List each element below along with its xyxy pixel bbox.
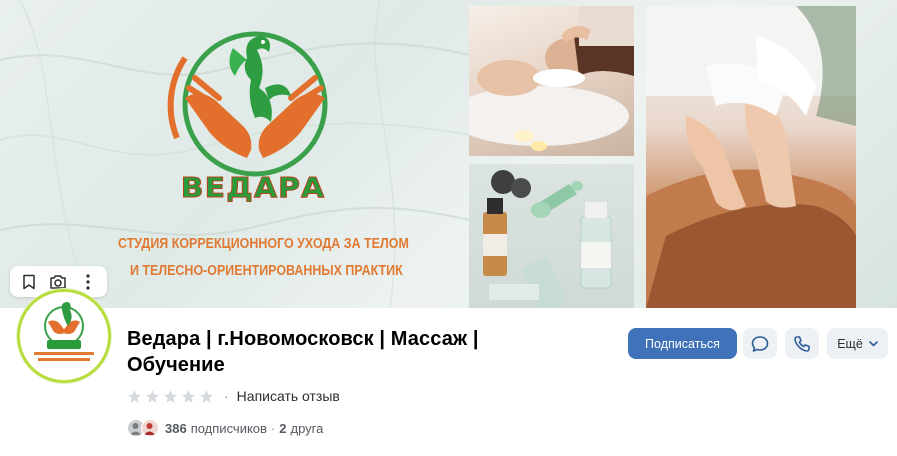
tagline-line-1: СТУДИЯ КОРРЕКЦИОННОГО УХОДА ЗА ТЕЛОМ xyxy=(118,236,409,252)
star-icon xyxy=(163,389,178,403)
cover-photo-body-massage xyxy=(646,6,856,308)
message-button[interactable] xyxy=(743,328,777,359)
star-icon xyxy=(127,389,142,403)
more-button-label: Ещё xyxy=(837,336,863,351)
avatar[interactable] xyxy=(17,289,111,383)
page-title: Ведара | г.Новомосковск | Массаж | Обуче… xyxy=(127,328,479,376)
bookmark-icon xyxy=(23,274,35,289)
rating-stars[interactable] xyxy=(127,389,214,404)
subscribers-separator: · xyxy=(270,420,276,436)
star-icon xyxy=(145,389,160,403)
friends-count: 2 xyxy=(279,420,287,436)
star-icon xyxy=(181,389,196,403)
subscribe-button[interactable]: Подписаться xyxy=(628,328,737,359)
more-button[interactable]: Ещё xyxy=(827,328,888,359)
vedara-logo xyxy=(167,31,328,177)
message-icon xyxy=(751,335,769,352)
rating-separator: · xyxy=(224,388,229,404)
call-button[interactable] xyxy=(785,328,819,359)
cover-photo-face-massage xyxy=(469,6,634,156)
friends-label: друга xyxy=(290,420,324,436)
vertical-dots-icon xyxy=(86,273,90,290)
friend-avatar xyxy=(141,419,159,437)
write-review-link[interactable]: Написать отзыв xyxy=(237,388,340,404)
cover-photo-cosmetics xyxy=(469,164,634,308)
camera-icon xyxy=(50,274,67,289)
star-icon xyxy=(199,389,214,403)
tagline-line-2: И ТЕЛЕСНО-ОРИЕНТИРОВАННЫХ ПРАКТИК xyxy=(130,263,403,279)
group-cover[interactable]: ВЕДАРА СТУДИЯ КОРРЕКЦИОННОГО УХОДА ЗА ТЕ… xyxy=(0,0,897,308)
subscribers-count: 386 xyxy=(165,420,187,436)
phone-icon xyxy=(794,335,810,352)
subscribers-row[interactable]: 386 подписчиков · 2 друга xyxy=(127,418,323,438)
chevron-down-icon xyxy=(868,340,878,346)
subscribers-label: подписчиков xyxy=(190,420,267,436)
bookmark-button[interactable] xyxy=(16,269,42,295)
rating-row: · Написать отзыв xyxy=(127,388,340,404)
brand-name: ВЕДАРА xyxy=(180,172,326,205)
vedara-avatar-logo xyxy=(20,292,108,380)
